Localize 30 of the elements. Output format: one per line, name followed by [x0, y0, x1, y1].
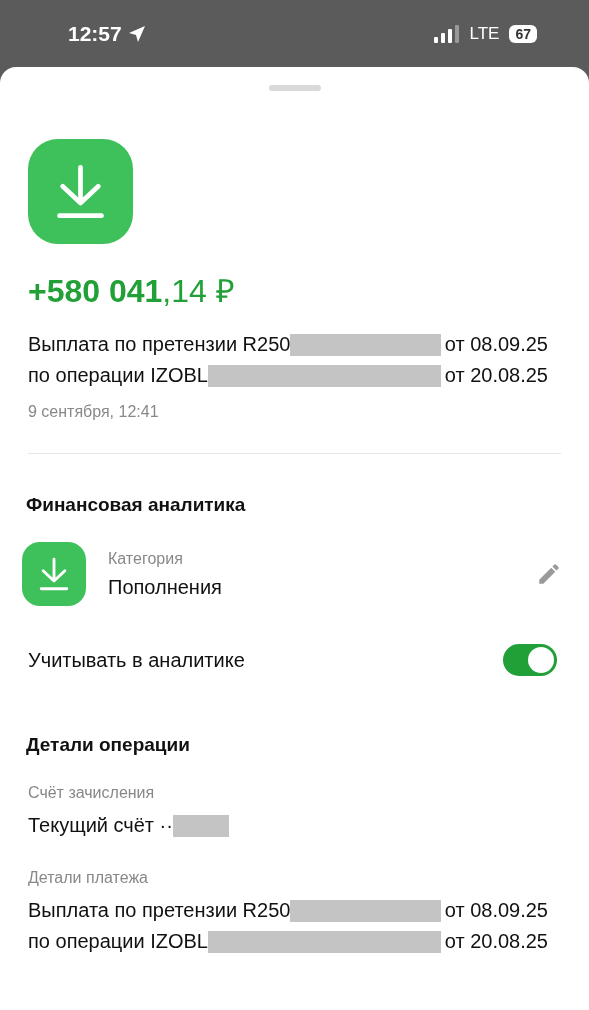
signal-icon — [433, 24, 460, 43]
field-label: Детали платежа — [28, 869, 149, 887]
line-text: по операции IZOBL — [28, 930, 208, 953]
toggle-switch[interactable] — [503, 644, 557, 676]
line-text: Текущий счёт ·· — [28, 814, 173, 837]
line-text: Выплата по претензии R250 — [28, 899, 291, 922]
clock: 12:57 — [68, 21, 122, 46]
category-label: Категория — [108, 549, 184, 568]
amount-fraction: ,14 ₽ — [162, 272, 235, 311]
network-type: LTE — [469, 23, 500, 44]
download-icon — [22, 542, 86, 606]
line-text: Выплата по претензии R250 — [28, 333, 291, 356]
redaction-block — [172, 814, 229, 837]
section-title: Детали операции — [26, 734, 191, 756]
battery-level: 67 — [509, 24, 537, 43]
line-text: по операции IZOBL — [28, 364, 208, 387]
line-text: от 08.09.25 — [444, 899, 548, 922]
category-value: Пополнения — [108, 575, 222, 599]
download-icon — [28, 139, 133, 244]
toggle-label: Учитывать в аналитике — [28, 648, 245, 672]
line-text: от 08.09.25 — [444, 333, 548, 356]
field-label: Счёт зачисления — [28, 784, 156, 802]
location-icon — [127, 24, 146, 43]
drag-handle[interactable] — [268, 85, 321, 91]
operation-date: 9 сентября, 12:41 — [28, 403, 160, 421]
section-title: Финансовая аналитика — [26, 494, 247, 516]
edit-icon[interactable] — [536, 561, 562, 587]
line-text: от 20.08.25 — [444, 930, 548, 953]
amount: +580 041 — [28, 273, 163, 310]
line-text: от 20.08.25 — [444, 364, 548, 387]
